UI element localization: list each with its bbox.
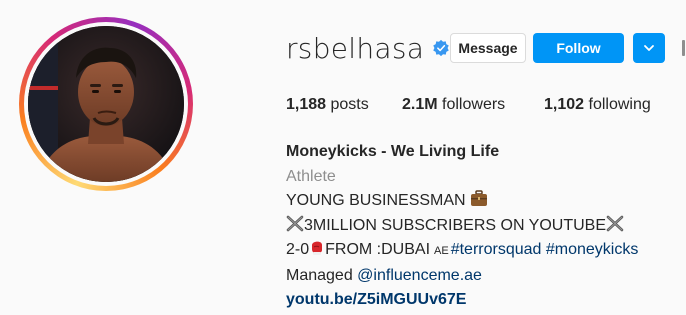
hashtag-moneykicks[interactable]: #moneykicks [546, 241, 638, 258]
followers-stat[interactable]: 2.1M followers [402, 96, 505, 114]
options-icon-edge[interactable] [682, 40, 685, 56]
bio-line-4: Managed @influenceme.ae [286, 264, 638, 289]
bio-line-2: 3MILLION SUBSCRIBERS ON YOUTUBE [286, 214, 638, 239]
full-name: Moneykicks - We Living Life [286, 143, 500, 160]
bio-text-1: YOUNG BUSINESSMAN [286, 192, 466, 209]
external-link[interactable]: youtu.be/Z5iMGUUv67E [286, 291, 466, 308]
avatar[interactable] [28, 26, 184, 182]
posts-label: posts [330, 96, 369, 113]
bio-text-2: 3MILLION SUBSCRIBERS ON YOUTUBE [304, 216, 606, 234]
bio-line-1: YOUNG BUSINESSMAN [286, 189, 638, 214]
mention-influenceme[interactable]: @influenceme.ae [357, 267, 482, 284]
following-stat[interactable]: 1,102 following [544, 96, 651, 114]
bio-line-5: youtu.be/Z5iMGUUv67E [286, 288, 638, 313]
follow-button[interactable]: Follow [533, 33, 624, 63]
following-count: 1,102 [544, 96, 585, 113]
suggested-accounts-button[interactable] [633, 33, 665, 63]
followers-count: 2.1M [402, 96, 438, 113]
profile-header: rsbelhasa [286, 31, 450, 65]
followers-label: followers [442, 96, 506, 113]
managed-label: Managed [286, 266, 358, 284]
posts-stat: 1,188 posts [286, 96, 369, 114]
chevron-down-icon [644, 45, 654, 51]
boxing-glove-icon [312, 241, 323, 255]
username: rsbelhasa [286, 31, 425, 65]
avatar-photo [28, 26, 184, 182]
posts-count: 1,188 [286, 96, 327, 113]
message-button[interactable]: Message [450, 33, 526, 63]
following-label: following [588, 96, 651, 113]
bio-line-3: 2-0 FROM :DUBAI AE #terrorsquad #moneykick… [286, 238, 638, 264]
flag-ae: AE [434, 245, 449, 257]
verified-badge-icon [433, 39, 449, 57]
bio-score: 2-0 [286, 241, 310, 258]
briefcase-icon [471, 190, 488, 206]
profile-avatar-ring[interactable] [19, 17, 193, 191]
hashtag-terrorsquad[interactable]: #terrorsquad [451, 241, 542, 258]
category-label: Athlete [286, 167, 336, 185]
cross-swords-icon [286, 215, 304, 231]
profile-bio: Moneykicks - We Living Life Athlete YOUN… [286, 140, 638, 313]
bio-location: FROM :DUBAI [325, 241, 431, 258]
cross-swords-icon [606, 215, 624, 231]
